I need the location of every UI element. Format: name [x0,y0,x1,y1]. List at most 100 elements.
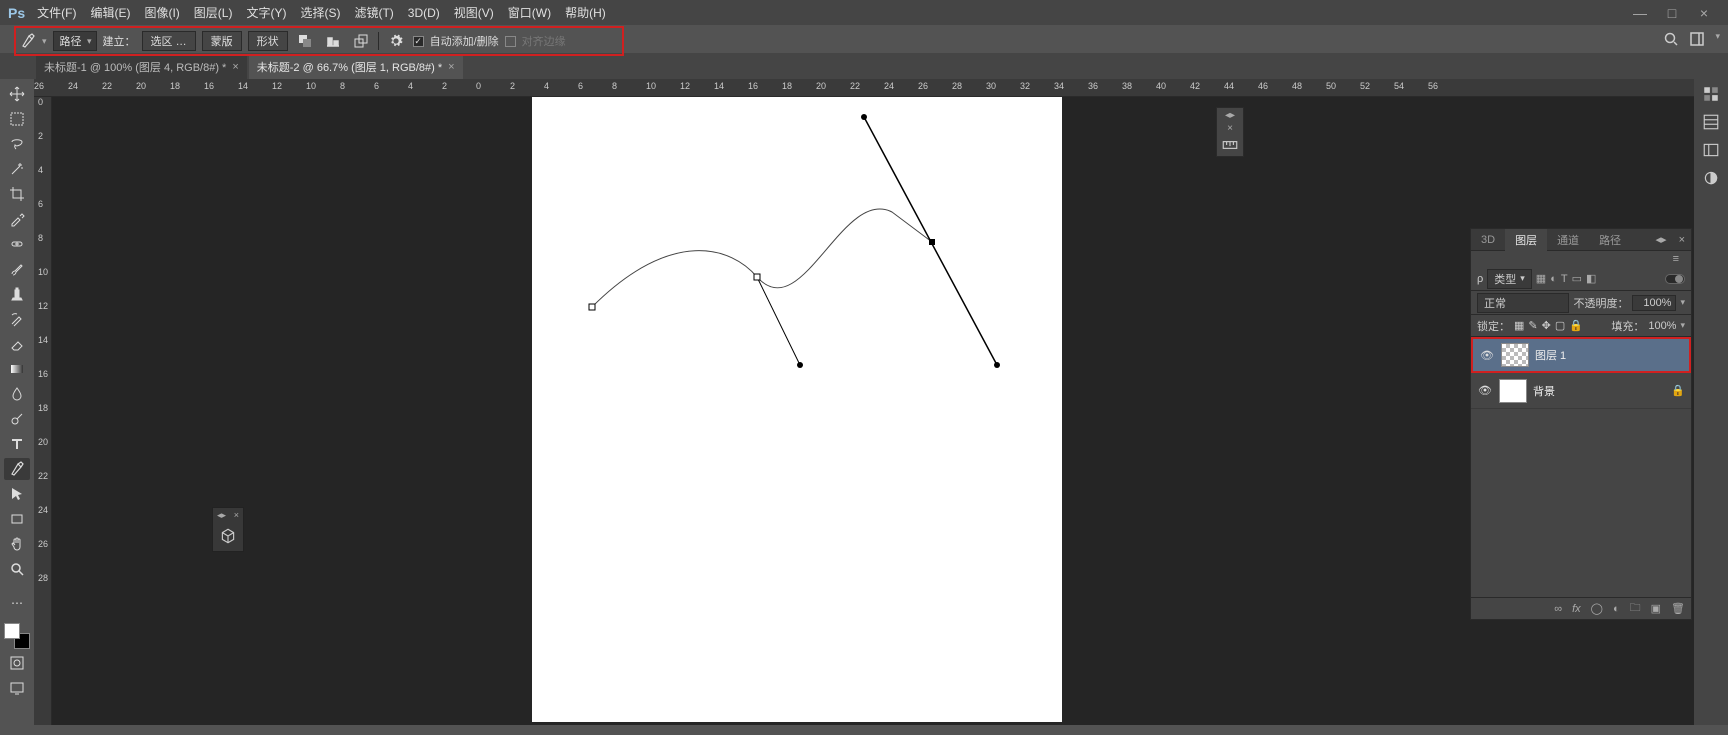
color-swatches[interactable] [4,623,30,649]
panel-menu-icon[interactable]: ≡ [1667,253,1685,265]
lock-artboard-icon[interactable]: ▢ [1555,319,1565,332]
layer-row[interactable]: 👁 图层 1 [1471,337,1691,373]
lock-pixels-icon[interactable]: ✎ [1528,319,1537,332]
collapsed-panel-dock[interactable]: ◂▸ × [1216,107,1244,157]
edit-toolbar-icon[interactable]: ⋯ [4,592,30,614]
make-mask-button[interactable]: 蒙版 [202,31,242,51]
menu-filter[interactable]: 滤镜(T) [354,4,393,21]
make-selection-button[interactable]: 选区 … [142,31,196,51]
panel-tab-channels[interactable]: 通道 [1547,229,1589,251]
rectangle-tool[interactable] [4,508,30,530]
make-shape-button[interactable]: 形状 [248,31,288,51]
layer-row[interactable]: 👁 背景 🔒 [1471,373,1691,409]
filter-adjust-icon[interactable]: ◐ [1550,273,1557,285]
pen-tool[interactable] [4,458,30,480]
eraser-tool[interactable] [4,333,30,355]
collapse-arrows-icon[interactable]: ◂▸ [1650,233,1673,246]
layer-fx-icon[interactable]: fx [1572,603,1581,615]
menu-file[interactable]: 文件(F) [37,4,76,21]
collapse-arrows-icon[interactable]: ◂▸ [1225,110,1235,121]
menu-view[interactable]: 视图(V) [454,4,494,21]
close-icon[interactable]: × [1227,123,1233,134]
blur-tool[interactable] [4,383,30,405]
add-mask-icon[interactable]: ◯ [1591,602,1603,615]
window-close-button[interactable]: × [1688,5,1720,21]
foreground-color-swatch[interactable] [4,623,20,639]
path-alignment-icon[interactable] [322,31,344,51]
clone-stamp-tool[interactable] [4,283,30,305]
visibility-toggle-icon[interactable]: 👁 [1477,384,1493,397]
gear-icon[interactable] [385,31,407,51]
crop-tool[interactable] [4,183,30,205]
lock-position-icon[interactable]: ✥ [1542,319,1551,332]
close-tab-icon[interactable]: × [448,61,454,73]
healing-brush-tool[interactable] [4,233,30,255]
blend-mode-select[interactable]: 正常 [1477,293,1569,313]
path-arrangement-icon[interactable] [350,31,372,51]
menu-3d[interactable]: 3D(D) [408,6,440,20]
zoom-tool[interactable] [4,558,30,580]
brush-tool[interactable] [4,258,30,280]
3d-panel-icon[interactable] [219,527,237,545]
history-brush-tool[interactable] [4,308,30,330]
eyedropper-tool[interactable] [4,208,30,230]
opacity-input[interactable]: 100% [1632,295,1676,311]
new-layer-icon[interactable]: ▣ [1651,602,1661,615]
workspace-dropdown[interactable]: ▾ [1715,31,1720,47]
document-tab-1[interactable]: 未标题-1 @ 100% (图层 4, RGB/8#) *× [36,55,247,79]
ruler-panel-icon[interactable] [1221,136,1239,154]
adjustments-panel-icon[interactable] [1702,169,1720,187]
layer-name[interactable]: 图层 1 [1535,347,1683,363]
filter-type-icon[interactable]: T [1561,273,1568,285]
tool-preset-dropdown[interactable]: ▾ [42,36,47,47]
layer-filter-select[interactable]: 类型▾ [1487,269,1532,289]
libraries-panel-icon[interactable] [1702,141,1720,159]
close-icon[interactable]: × [234,510,239,521]
collapse-arrows-icon[interactable]: ◂▸ [217,510,226,521]
filter-smart-icon[interactable]: ◧ [1586,272,1596,285]
fill-input[interactable]: 100% [1648,320,1676,332]
menu-layer[interactable]: 图层(L) [194,4,233,21]
magic-wand-tool[interactable] [4,158,30,180]
search-icon[interactable] [1663,31,1679,47]
path-operations-icon[interactable] [294,31,316,51]
close-tab-icon[interactable]: × [232,61,238,73]
panel-tab-paths[interactable]: 路径 [1589,229,1631,251]
new-adjustment-icon[interactable]: ◐ [1613,603,1620,615]
filter-toggle-switch[interactable] [1665,274,1685,284]
menu-window[interactable]: 窗口(W) [508,4,551,21]
quickmask-toggle[interactable] [4,652,30,674]
document-canvas[interactable] [532,97,1062,722]
type-tool[interactable] [4,433,30,455]
screen-mode-toggle[interactable] [4,677,30,699]
new-group-icon[interactable]: 🗀 [1630,599,1641,618]
document-tab-2[interactable]: 未标题-2 @ 66.7% (图层 1, RGB/8#) *× [249,55,463,79]
link-layers-icon[interactable]: ∞ [1554,603,1562,615]
workspace-switcher-icon[interactable] [1689,31,1705,47]
filter-shape-icon[interactable]: ▭ [1572,272,1582,285]
menu-select[interactable]: 选择(S) [300,4,340,21]
window-minimize-button[interactable]: — [1624,5,1656,21]
visibility-toggle-icon[interactable]: 👁 [1479,349,1495,362]
menu-help[interactable]: 帮助(H) [565,4,606,21]
canvas-viewport[interactable]: ◂▸ × ◂▸× [52,97,1694,725]
lasso-tool[interactable] [4,133,30,155]
layer-thumbnail[interactable] [1501,343,1529,367]
marquee-tool[interactable] [4,108,30,130]
lock-all-icon[interactable]: 🔒 [1569,319,1583,332]
filter-image-icon[interactable]: ▦ [1536,272,1546,285]
hand-tool[interactable] [4,533,30,555]
window-maximize-button[interactable]: □ [1656,5,1688,21]
layer-thumbnail[interactable] [1499,379,1527,403]
auto-add-delete-checkbox[interactable]: ✓ [413,36,424,47]
panel-tab-layers[interactable]: 图层 [1505,229,1547,251]
close-icon[interactable]: × [1673,234,1691,246]
color-panel-icon[interactable] [1702,85,1720,103]
gradient-tool[interactable] [4,358,30,380]
layer-name[interactable]: 背景 [1533,383,1665,399]
menu-image[interactable]: 图像(I) [144,4,179,21]
dodge-tool[interactable] [4,408,30,430]
swatches-panel-icon[interactable] [1702,113,1720,131]
menu-type[interactable]: 文字(Y) [246,4,286,21]
panel-tab-3d[interactable]: 3D [1471,231,1505,249]
